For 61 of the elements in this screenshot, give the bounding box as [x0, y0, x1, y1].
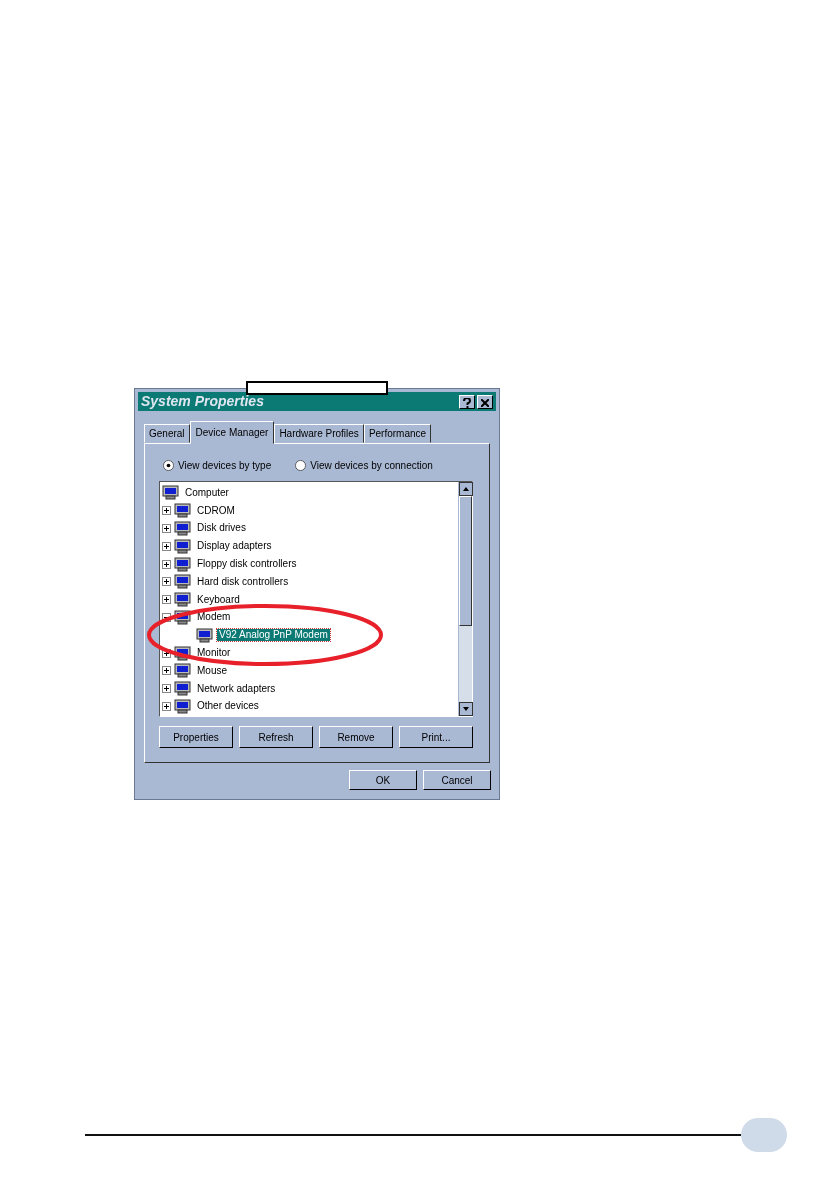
window-title: System Properties	[141, 392, 265, 411]
tab[interactable]: General	[144, 424, 190, 443]
tree-item[interactable]: Computer	[183, 486, 231, 499]
tree-item[interactable]: Modem	[195, 611, 233, 624]
device-icon	[174, 521, 192, 536]
tree-item[interactable]: V92 Analog PnP Modem	[217, 629, 330, 642]
radio-button[interactable]	[295, 460, 307, 471]
expand-icon[interactable]	[162, 506, 171, 516]
tree-item[interactable]: Network adapters	[195, 682, 278, 695]
device-icon	[174, 592, 192, 608]
expand-icon[interactable]	[162, 701, 171, 711]
device-icon	[196, 627, 214, 643]
radio-option[interactable]: View devices by connection	[295, 458, 433, 473]
dialog-button[interactable]: Cancel	[423, 770, 491, 790]
expand-icon[interactable]	[162, 648, 171, 658]
device-icon	[174, 609, 192, 625]
dialog-button[interactable]: Remove	[319, 726, 393, 748]
tree-item[interactable]: Monitor	[195, 647, 233, 660]
expand-icon[interactable]	[162, 559, 171, 569]
dialog-button[interactable]: Refresh	[239, 726, 313, 748]
help-button[interactable]	[459, 394, 475, 409]
dialog-button[interactable]: Properties	[159, 726, 233, 748]
tree-item[interactable]: Hard disk controllers	[195, 575, 291, 588]
tree-item[interactable]: CDROM	[195, 504, 237, 517]
tree-item[interactable]: Floppy disk controllers	[195, 558, 299, 571]
tree-item[interactable]: Disk drives	[195, 522, 248, 535]
expand-icon[interactable]	[162, 541, 171, 551]
page-number-badge	[741, 1118, 787, 1152]
expand-icon[interactable]	[162, 524, 171, 533]
device-icon	[174, 538, 192, 554]
expand-icon[interactable]	[162, 577, 171, 587]
device-icon	[174, 503, 192, 519]
tab[interactable]: Device Manager	[189, 421, 275, 444]
device-icon	[174, 574, 192, 590]
expand-icon[interactable]	[162, 684, 171, 694]
dialog-button[interactable]: OK	[349, 770, 417, 790]
tab[interactable]: Performance	[363, 424, 432, 443]
close-button[interactable]	[477, 394, 493, 409]
scroll-thumb[interactable]	[459, 496, 472, 626]
expand-icon[interactable]	[162, 595, 171, 605]
tree-item[interactable]: Keyboard	[195, 593, 242, 606]
dialog-button[interactable]: Print...	[399, 726, 473, 748]
device-icon	[174, 698, 192, 714]
tree-item[interactable]: Mouse	[195, 664, 229, 677]
tree-item[interactable]: Other devices	[195, 700, 261, 713]
collapse-icon[interactable]	[162, 612, 171, 622]
close-icon	[481, 398, 489, 407]
tab[interactable]: Hardware Profiles	[274, 424, 364, 443]
scroll-down-icon[interactable]	[459, 702, 473, 716]
device-icon	[174, 645, 192, 661]
device-icon	[174, 663, 192, 679]
radio-option[interactable]: View devices by type	[163, 458, 272, 473]
scroll-up-icon[interactable]	[459, 482, 473, 496]
device-icon	[174, 556, 192, 572]
computer-icon	[162, 485, 180, 501]
device-icon	[174, 681, 192, 697]
expand-icon[interactable]	[162, 666, 171, 676]
tree-item[interactable]: Display adapters	[195, 540, 274, 553]
help-icon	[463, 397, 471, 408]
radio-button[interactable]	[163, 460, 174, 471]
scrollbar[interactable]	[458, 482, 472, 716]
